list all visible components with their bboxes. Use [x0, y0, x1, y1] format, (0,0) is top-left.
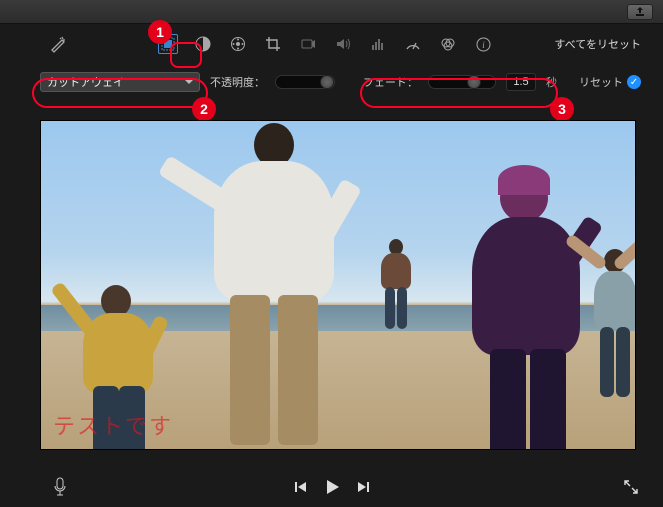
overlay-mode-dropdown[interactable]: カットアウェイ	[40, 72, 200, 92]
equalizer-icon[interactable]	[368, 34, 388, 54]
reset-label: リセット	[579, 74, 623, 90]
opacity-slider[interactable]	[275, 75, 335, 89]
speed-icon[interactable]	[403, 34, 423, 54]
volume-icon[interactable]	[333, 34, 353, 54]
preview-figure	[371, 239, 421, 339]
overlay-title-text: テストです	[53, 409, 173, 441]
fullscreen-button[interactable]	[623, 479, 639, 495]
overlay-mode-label: カットアウェイ	[47, 74, 124, 90]
color-balance-icon[interactable]	[193, 34, 213, 54]
play-button[interactable]	[322, 477, 342, 497]
share-button[interactable]	[627, 4, 653, 20]
reset-button[interactable]: リセット ✓	[579, 74, 641, 90]
fade-label: フェード：	[363, 74, 418, 90]
opacity-label: 不透明度：	[210, 74, 265, 90]
preview-figure	[586, 209, 636, 409]
filter-icon[interactable]	[438, 34, 458, 54]
crop-icon[interactable]	[263, 34, 283, 54]
fade-slider[interactable]	[428, 75, 496, 89]
color-wheel-icon[interactable]	[228, 34, 248, 54]
next-button[interactable]	[356, 480, 370, 494]
preview-figure	[166, 120, 366, 450]
annotation-badge-3: 3	[550, 97, 574, 121]
voiceover-button[interactable]	[52, 477, 68, 497]
fade-unit-label: 秒	[546, 74, 557, 90]
check-icon: ✓	[627, 75, 641, 89]
stabilize-icon[interactable]	[298, 34, 318, 54]
reset-all-button[interactable]: すべてをリセット	[554, 36, 641, 52]
wand-icon[interactable]	[48, 34, 68, 54]
chevron-down-icon	[185, 80, 193, 84]
overlay-tool-icon[interactable]	[158, 34, 178, 54]
svg-text:i: i	[482, 40, 485, 50]
fade-value-input[interactable]: 1.5	[506, 73, 536, 91]
annotation-badge-2: 2	[192, 97, 216, 121]
prev-button[interactable]	[294, 480, 308, 494]
preview-viewport[interactable]: テストです	[40, 120, 636, 450]
info-icon[interactable]: i	[473, 34, 493, 54]
